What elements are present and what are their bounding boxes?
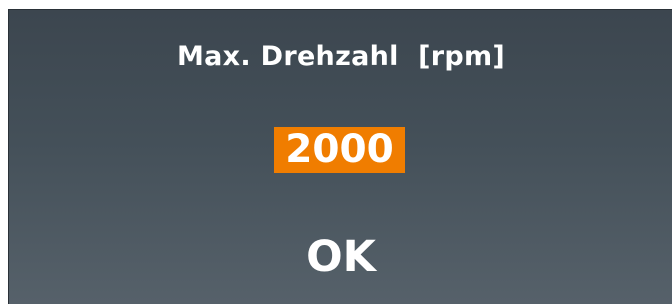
value-text: 2000 [285,127,394,172]
value-field[interactable]: 2000 [274,127,405,173]
parameter-title: Max. Drehzahl [rpm] [176,41,506,72]
ok-button[interactable]: OK [9,232,672,282]
settings-screen: Max. Drehzahl [rpm] 2000 OK [8,9,672,304]
